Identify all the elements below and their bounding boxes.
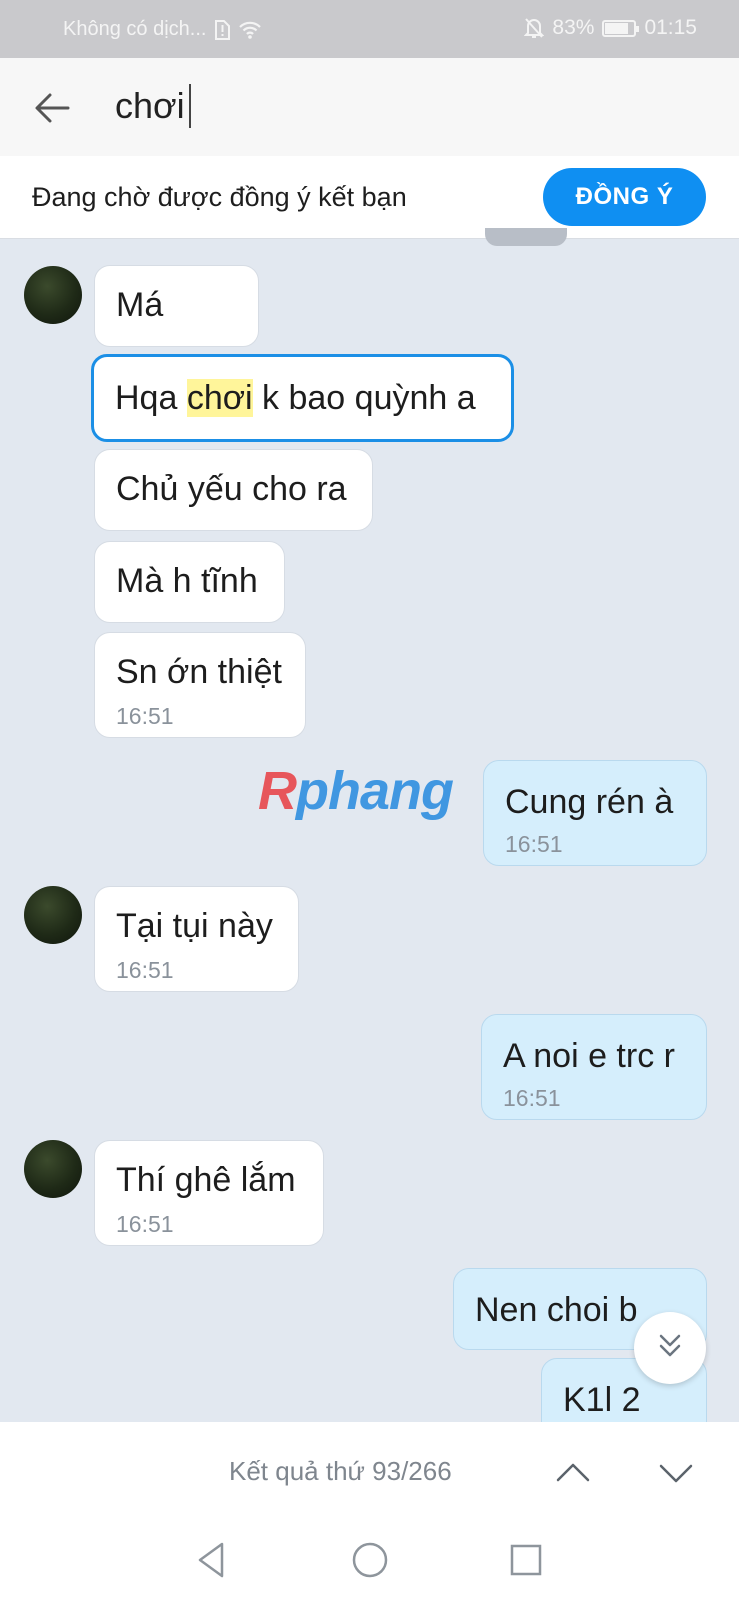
message-time: 16:51 <box>505 831 563 857</box>
message-time: 16:51 <box>116 1211 174 1237</box>
nav-home-icon[interactable] <box>348 1538 392 1582</box>
message-bubble-incoming[interactable]: Mà h tĩnh <box>94 541 285 623</box>
message-text: Thí ghê lắm <box>116 1161 296 1199</box>
chat-area[interactable]: Má Hqa chơi k bao quỳnh a Chủ yếu cho ra… <box>0 238 739 1422</box>
message-text: Hqa chơi k bao quỳnh a <box>115 379 476 418</box>
friend-request-bar: Đang chờ được đồng ý kết bạn ĐỒNG Ý <box>0 156 739 239</box>
message-bubble-incoming[interactable]: Má <box>94 265 259 347</box>
avatar[interactable] <box>24 886 82 944</box>
watermark-logo: Rphang <box>258 761 454 821</box>
wifi-icon <box>238 20 262 40</box>
message-text: Cung rén à <box>505 783 674 821</box>
message-bubble-search-match[interactable]: Hqa chơi k bao quỳnh a <box>91 354 514 442</box>
search-input[interactable]: chơi <box>115 84 191 128</box>
message-text: Tại tụi này <box>116 907 273 945</box>
chevron-down-icon[interactable] <box>655 1452 697 1494</box>
accept-friend-button[interactable]: ĐỒNG Ý <box>543 168 706 226</box>
message-text: Nen choi b <box>475 1291 638 1329</box>
message-bubble-outgoing[interactable]: Cung rén à 16:51 <box>483 760 707 866</box>
message-text-after: k bao quỳnh a <box>252 379 476 417</box>
timestamp-pill <box>485 228 567 246</box>
search-header: chơi <box>0 58 739 156</box>
friend-request-text: Đang chờ được đồng ý kết bạn <box>32 182 407 212</box>
message-text-before: Hqa <box>115 379 187 417</box>
message-time: 16:51 <box>503 1085 561 1111</box>
message-text: Chủ yếu cho ra <box>116 470 347 508</box>
nav-back-icon[interactable] <box>190 1538 234 1582</box>
battery-percent: 83% <box>552 16 595 39</box>
message-text: A noi e trc r <box>503 1037 675 1075</box>
message-time: 16:51 <box>116 703 174 729</box>
chevron-up-icon[interactable] <box>552 1452 594 1494</box>
message-bubble-incoming[interactable]: Tại tụi này 16:51 <box>94 886 299 992</box>
bell-off-icon <box>524 17 545 39</box>
message-bubble-incoming[interactable]: Thí ghê lắm 16:51 <box>94 1140 324 1246</box>
status-bar: Không có dịch... 83% 01:15 <box>0 0 739 58</box>
message-bubble-incoming[interactable]: Sn ớn thiệt 16:51 <box>94 632 306 738</box>
battery-icon <box>602 19 640 37</box>
carrier-text: Không có dịch... <box>63 18 207 40</box>
avatar[interactable] <box>24 266 82 324</box>
result-counter: Kết quả thứ 93/266 <box>229 1456 452 1486</box>
message-text: K1l 2 <box>563 1381 641 1419</box>
avatar[interactable] <box>24 1140 82 1198</box>
message-bubble-incoming[interactable]: Chủ yếu cho ra <box>94 449 373 531</box>
system-navigation-bar <box>0 1524 739 1600</box>
message-time: 16:51 <box>116 957 174 983</box>
search-results-bar: Kết quả thứ 93/266 <box>0 1422 739 1524</box>
message-text: Mà h tĩnh <box>116 562 258 600</box>
message-text: Sn ớn thiệt <box>116 653 282 691</box>
search-highlight: chơi <box>186 379 253 417</box>
nav-recents-icon[interactable] <box>504 1538 548 1582</box>
back-arrow-icon[interactable] <box>30 86 74 130</box>
message-text: Má <box>116 286 164 324</box>
double-chevron-down-icon <box>655 1331 685 1366</box>
sim-alert-icon <box>214 19 231 40</box>
scroll-to-bottom-button[interactable] <box>634 1312 706 1384</box>
message-bubble-outgoing[interactable]: A noi e trc r 16:51 <box>481 1014 707 1120</box>
clock: 01:15 <box>644 16 697 39</box>
